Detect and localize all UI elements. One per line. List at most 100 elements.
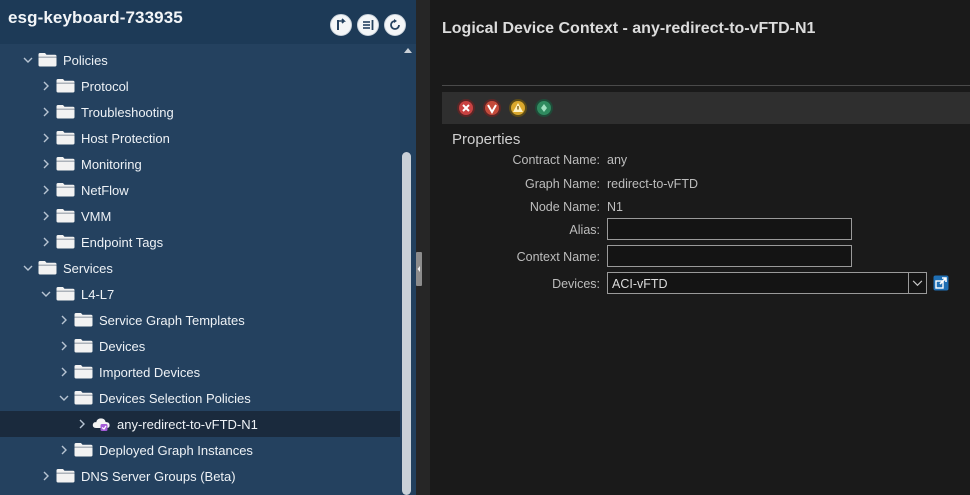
folder-icon — [56, 156, 75, 171]
tree-node-label: NetFlow — [81, 183, 129, 198]
folder-icon — [74, 390, 93, 405]
graph-name-value: redirect-to-vFTD — [607, 177, 698, 191]
tree-node-label: any-redirect-to-vFTD-N1 — [117, 417, 258, 432]
tree-node[interactable]: Devices — [0, 333, 400, 359]
chevron-down-icon[interactable] — [58, 392, 70, 404]
tree-node-label: Devices — [99, 339, 146, 354]
node-name-label: Node Name: — [529, 200, 600, 214]
context-name-input[interactable] — [607, 245, 852, 267]
tree-node[interactable]: any-redirect-to-vFTD-N1 — [0, 411, 400, 437]
tree-node[interactable]: Services — [0, 255, 400, 281]
app-window: esg-keyboard-733935 Policies Protocol Tr… — [0, 0, 970, 495]
tree-node-label: DNS Server Groups (Beta) — [81, 469, 236, 484]
fault-summary-bar — [442, 92, 970, 124]
tree-node[interactable]: DNS Server Groups (Beta) — [0, 463, 400, 489]
chevron-right-icon[interactable] — [58, 366, 70, 378]
tree-node[interactable]: Endpoint Tags — [0, 229, 400, 255]
open-device-link[interactable] — [933, 275, 949, 291]
graph-name-label: Graph Name: — [524, 177, 600, 191]
properties-heading: Properties — [452, 131, 521, 148]
contract-name-value: any — [607, 153, 628, 167]
tree-node[interactable]: Protocol — [0, 73, 400, 99]
tree-node-label: Endpoint Tags — [81, 235, 164, 250]
folder-icon — [56, 234, 75, 249]
scroll-up-icon[interactable] — [403, 46, 413, 54]
scrollbar-thumb[interactable] — [402, 152, 411, 495]
folder-icon — [56, 78, 75, 93]
folder-icon — [56, 182, 75, 197]
tree-node-label: Monitoring — [81, 157, 142, 172]
tree-node-label: Policies — [63, 53, 108, 68]
chevron-right-icon[interactable] — [40, 470, 52, 482]
navigation-pane: esg-keyboard-733935 Policies Protocol Tr… — [0, 0, 416, 495]
navigation-header: esg-keyboard-733935 — [0, 0, 416, 44]
tree-node[interactable]: Deployed Graph Instances — [0, 437, 400, 463]
folder-icon — [56, 208, 75, 223]
folder-icon — [74, 442, 93, 457]
tree-node[interactable]: Devices Selection Policies — [0, 385, 400, 411]
folder-icon — [56, 286, 75, 301]
collapse-tree-button[interactable] — [357, 14, 379, 36]
tree-node[interactable]: Monitoring — [0, 151, 400, 177]
warning-fault-icon[interactable] — [534, 98, 554, 118]
tree-node-label: Troubleshooting — [81, 105, 174, 120]
tree-node[interactable]: Policies — [0, 47, 400, 73]
tree-node-label: Services — [63, 261, 113, 276]
tree-node-label: Protocol — [81, 79, 129, 94]
chevron-right-icon[interactable] — [40, 236, 52, 248]
major-fault-icon[interactable] — [482, 98, 502, 118]
folder-icon — [56, 130, 75, 145]
chevron-right-icon[interactable] — [40, 158, 52, 170]
chevron-down-icon[interactable] — [22, 54, 34, 66]
tenant-title: esg-keyboard-733935 — [8, 8, 183, 27]
tree-node-label: Host Protection — [81, 131, 170, 146]
tree-node-label: Devices Selection Policies — [99, 391, 251, 406]
chevron-down-icon[interactable] — [40, 288, 52, 300]
chevron-right-icon[interactable] — [58, 444, 70, 456]
detail-pane: Logical Device Context - any-redirect-to… — [430, 0, 970, 495]
folder-icon — [74, 312, 93, 327]
cloud-policy-icon — [92, 416, 111, 431]
tree-node[interactable]: L4-L7 — [0, 281, 400, 307]
splitter-handle[interactable] — [416, 252, 422, 286]
expand-tree-button[interactable] — [330, 14, 352, 36]
node-name-value: N1 — [607, 200, 623, 214]
tree-node[interactable]: Service Graph Templates — [0, 307, 400, 333]
chevron-right-icon[interactable] — [76, 418, 88, 430]
tree-node[interactable]: Troubleshooting — [0, 99, 400, 125]
chevron-right-icon[interactable] — [40, 106, 52, 118]
tree-node-label: VMM — [81, 209, 112, 224]
folder-icon — [38, 52, 57, 67]
chevron-right-icon[interactable] — [40, 132, 52, 144]
chevron-right-icon[interactable] — [58, 314, 70, 326]
contract-name-label: Contract Name: — [512, 153, 600, 167]
chevron-right-icon[interactable] — [40, 184, 52, 196]
alias-input[interactable] — [607, 218, 852, 240]
minor-fault-icon[interactable] — [508, 98, 528, 118]
context-name-label: Context Name: — [516, 250, 600, 264]
refresh-icon — [390, 19, 400, 30]
alias-label: Alias: — [569, 223, 600, 237]
navigation-tree: Policies Protocol Troubleshooting Host Prot… — [0, 47, 400, 489]
dropdown-toggle[interactable] — [908, 273, 926, 293]
chevron-right-icon[interactable] — [40, 80, 52, 92]
tree-node[interactable]: Imported Devices — [0, 359, 400, 385]
chevron-down-icon[interactable] — [22, 262, 34, 274]
chevron-right-icon[interactable] — [58, 340, 70, 352]
chevron-right-icon[interactable] — [40, 210, 52, 222]
tree-node[interactable]: NetFlow — [0, 177, 400, 203]
tree-node[interactable]: Host Protection — [0, 125, 400, 151]
pane-splitter[interactable] — [416, 0, 430, 495]
title-divider — [442, 85, 970, 86]
devices-select[interactable]: ACI-vFTD — [607, 272, 927, 294]
tree-expand-icon — [337, 18, 346, 30]
tree-node[interactable]: VMM — [0, 203, 400, 229]
refresh-button[interactable] — [384, 14, 406, 36]
tree-node-label: L4-L7 — [81, 287, 115, 302]
external-link-icon — [933, 275, 949, 291]
chevron-down-icon — [912, 279, 923, 286]
tree-node-label: Service Graph Templates — [99, 313, 245, 328]
folder-icon — [38, 260, 57, 275]
critical-fault-icon[interactable] — [456, 98, 476, 118]
folder-icon — [56, 104, 75, 119]
